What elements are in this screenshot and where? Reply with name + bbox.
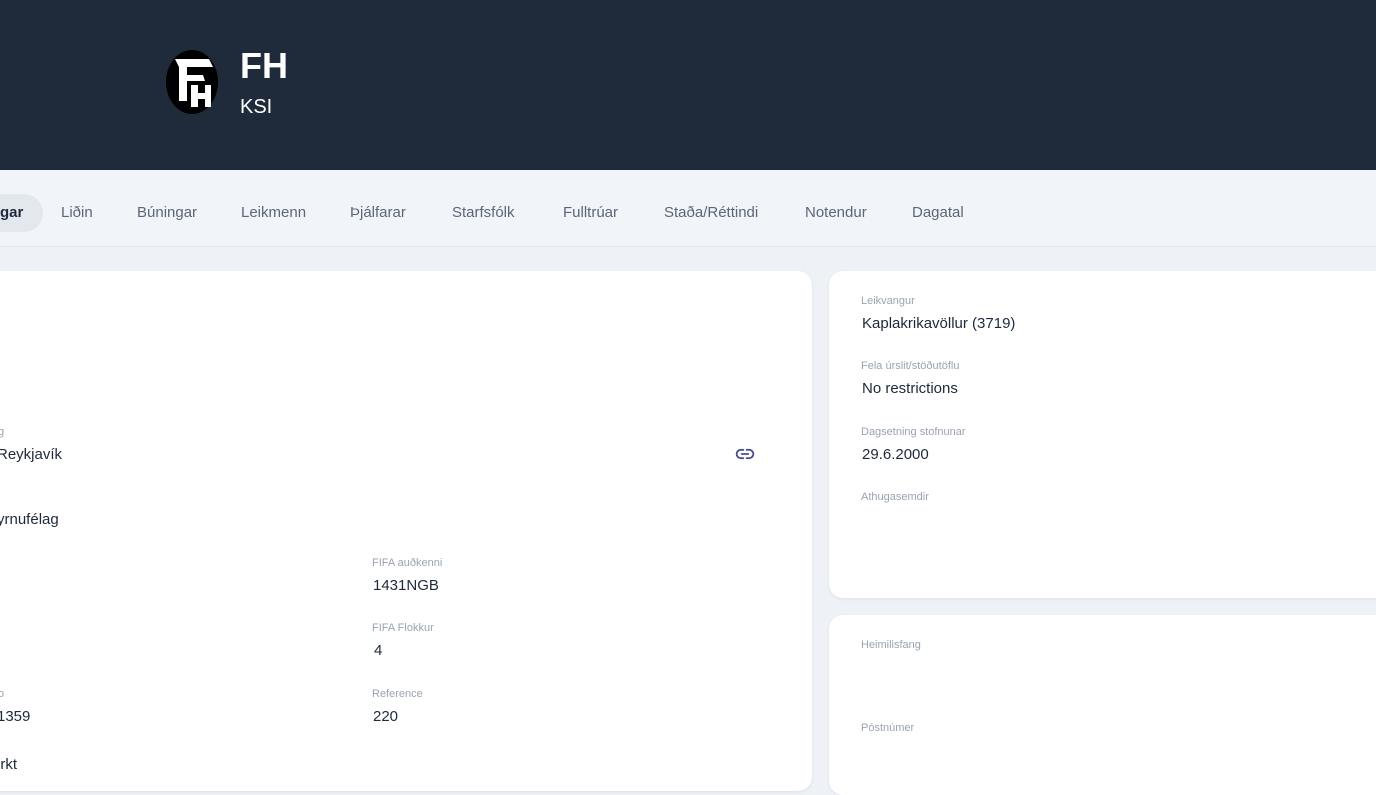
- tab-status[interactable]: Staða/Réttindi: [664, 194, 758, 232]
- link-icon[interactable]: [734, 444, 756, 464]
- stadium-label: Leikvangur: [861, 295, 915, 307]
- founding-date-value: 29.6.2000: [862, 446, 929, 463]
- tab-representatives[interactable]: Fulltrúar: [563, 194, 618, 232]
- tab-users[interactable]: Notendur: [805, 194, 867, 232]
- club-crest-logo: [166, 50, 218, 114]
- details-card: [0, 271, 812, 791]
- notes-label: Athugasemdir: [861, 491, 929, 503]
- field-label: g: [0, 426, 5, 438]
- home-address-label: Heimilisfang: [861, 639, 921, 651]
- tab-staff[interactable]: Starfsfólk: [452, 194, 515, 232]
- tab-label: gar: [0, 204, 24, 221]
- postal-code-label: Póstnúmer: [861, 722, 915, 734]
- tab-active[interactable]: gar: [0, 194, 44, 232]
- tab-coaches[interactable]: Þjálfarar: [350, 194, 406, 232]
- fifa-category-value: 4: [374, 642, 383, 659]
- tab-calendar[interactable]: Dagatal: [912, 194, 964, 232]
- tab-teams[interactable]: Liðin: [61, 194, 93, 232]
- founding-date-label: Dagsetning stofnunar: [861, 426, 966, 438]
- fifa-category-label: FIFA Flokkur: [372, 622, 434, 634]
- club-header: FH KSI: [0, 0, 1376, 170]
- club-name: FH: [240, 45, 288, 86]
- club-organization: KSI: [240, 96, 273, 118]
- hide-results-label: Fela úrslit/stöðutöflu: [861, 360, 960, 372]
- field-value-type: yrnufélag: [0, 511, 59, 528]
- fifa-id-label: FIFA auðkenni: [372, 557, 443, 569]
- hide-results-value: No restrictions: [862, 380, 958, 397]
- tab-kits[interactable]: Búningar: [137, 194, 197, 232]
- fifa-id-value: 1431NGB: [373, 577, 439, 594]
- reference-value: 220: [373, 708, 399, 725]
- tab-players[interactable]: Leikmenn: [241, 194, 306, 232]
- field-value-city: Reykjavík: [0, 446, 63, 463]
- field-label: o: [0, 688, 5, 700]
- tab-bar: gar Liðin Búningar Leikmenn Þjálfarar St…: [0, 170, 1376, 247]
- field-value-status: irkt: [0, 756, 17, 773]
- reference-label: Reference: [372, 688, 423, 700]
- field-value-number: 1359: [0, 708, 31, 725]
- stadium-value: Kaplakrikavöllur (3719): [862, 315, 1016, 332]
